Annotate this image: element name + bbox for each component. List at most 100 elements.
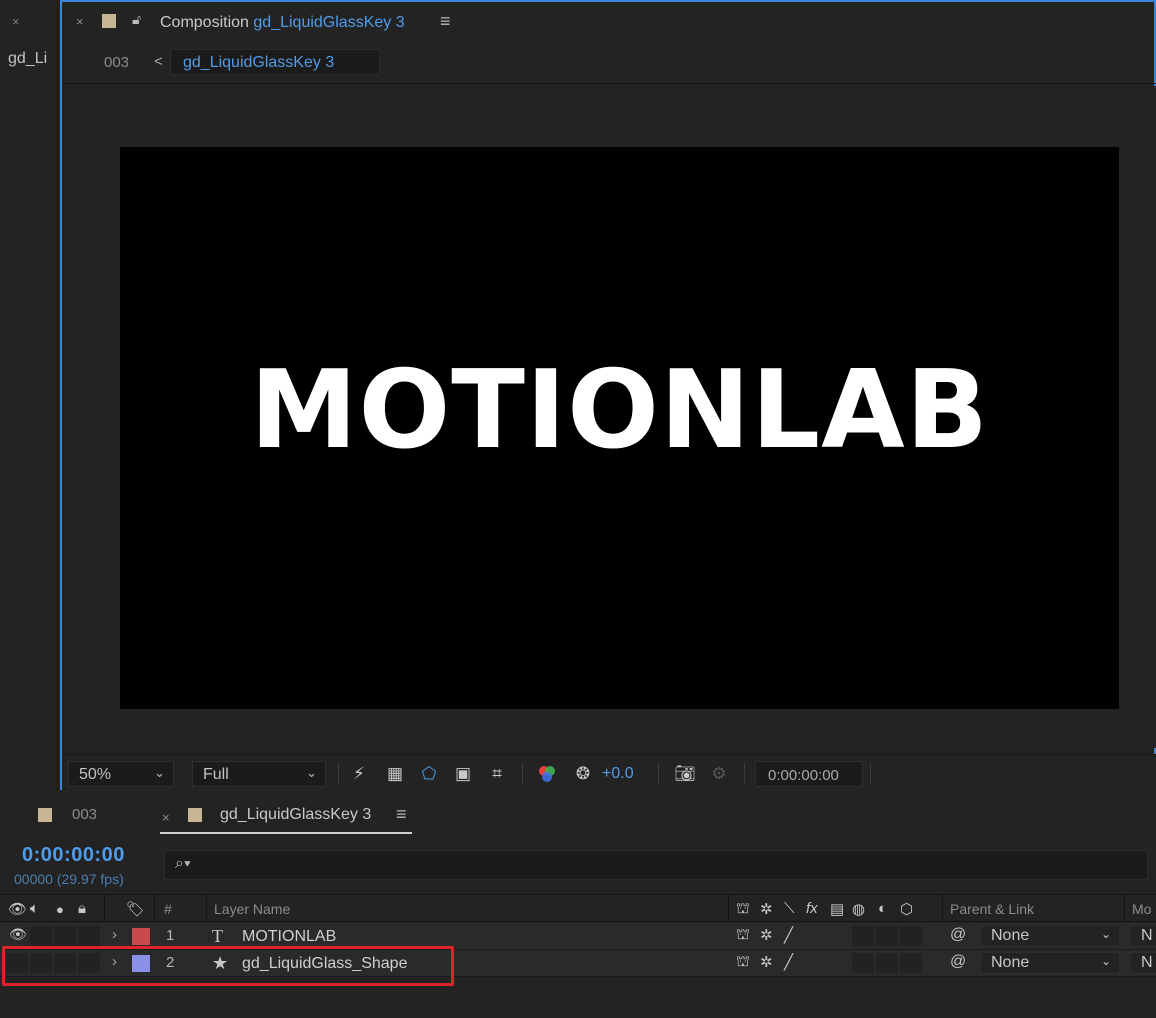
3d-layer-icon[interactable]: ⬡ (900, 900, 913, 918)
mode-dropdown[interactable]: N (1130, 925, 1156, 947)
region-of-interest-icon[interactable]: ▣ (452, 763, 474, 785)
mask-visibility-icon[interactable]: ⬠ (418, 763, 440, 785)
divider (744, 763, 745, 785)
transparency-grid-icon[interactable]: ▦ (384, 763, 406, 785)
canvas-text-layer[interactable]: MOTIONLAB (120, 357, 1119, 465)
show-snapshot-icon[interactable]: ⚙︎ (708, 763, 730, 785)
collapse-switch-icon[interactable]: ✲ (760, 953, 773, 971)
composition-label: Composition (160, 14, 249, 31)
timeline-tab-bar: 003 × gd_LiquidGlassKey 3 ≡ (0, 792, 1156, 836)
motion-blur-icon[interactable]: ◍ (852, 900, 865, 918)
switch-box[interactable] (900, 953, 922, 973)
lock-toggle[interactable] (78, 926, 100, 946)
label-icon[interactable]: 🏷︎ (126, 900, 145, 918)
pick-whip-icon[interactable]: @ (950, 926, 966, 944)
visibility-toggle[interactable]: 👁︎ (6, 926, 28, 946)
divider (658, 763, 659, 785)
snapshot-icon[interactable]: 📷︎ (674, 763, 696, 785)
close-icon[interactable]: × (12, 14, 20, 29)
timeline-current-time[interactable]: 0:00:00:00 (22, 844, 125, 867)
switch-box[interactable] (876, 926, 898, 946)
column-mode[interactable]: Mo (1132, 901, 1151, 917)
eye-icon[interactable]: 👁︎ (8, 900, 27, 918)
quality-switch-icon[interactable]: ╱ (784, 953, 793, 971)
resolution-dropdown[interactable]: Full ⌄ (192, 761, 326, 787)
parent-value: None (991, 927, 1030, 944)
parent-dropdown[interactable]: None ⌄ (980, 952, 1120, 974)
viewer-toolbar: 50% ⌄ Full ⌄ ⚡︎ ▦ ⬠ ▣ ⌗ ❂ +0.0 📷︎ ⚙︎ 0:0… (62, 754, 1156, 790)
tab-gd-liquidglasskey-3[interactable]: × gd_LiquidGlassKey 3 ≡ (160, 804, 412, 834)
solo-icon[interactable]: ● (56, 902, 64, 917)
switch-box[interactable] (852, 953, 874, 973)
fast-preview-icon[interactable]: ⚡︎ (348, 763, 370, 785)
highlight-box (2, 946, 454, 986)
layer-name[interactable]: MOTIONLAB (242, 928, 336, 946)
shy-switch-icon[interactable]: ⛫ (736, 926, 750, 945)
audio-icon[interactable]: 🔈︎ (30, 900, 39, 917)
parent-value: None (991, 954, 1030, 971)
adjustment-layer-icon[interactable]: ◐ (878, 900, 887, 917)
magnification-value: 50% (79, 766, 112, 783)
layer-search-input[interactable]: ⌕▾ (164, 850, 1148, 880)
project-tab[interactable]: gd_Li (8, 50, 54, 68)
frame-blend-icon[interactable]: ▤ (830, 900, 844, 918)
composition-viewer[interactable]: MOTIONLAB (62, 86, 1156, 748)
comp-canvas[interactable]: MOTIONLAB (120, 147, 1119, 709)
tab-label: 003 (72, 806, 98, 823)
comp-color-swatch (188, 808, 202, 822)
chevron-down-icon: ⌄ (1100, 954, 1111, 968)
breadcrumb-item-003[interactable]: 003 (104, 54, 129, 71)
panel-menu-icon[interactable]: ≡ (440, 11, 451, 32)
exposure-value[interactable]: +0.0 (602, 765, 634, 783)
guides-icon[interactable]: ⌗ (486, 763, 508, 785)
layer-label-color[interactable] (132, 928, 150, 945)
shy-icon[interactable]: ⛫ (736, 900, 750, 919)
switch-box[interactable] (900, 926, 922, 946)
mode-dropdown[interactable]: N (1130, 952, 1156, 974)
divider (338, 763, 339, 785)
switch-box[interactable] (876, 953, 898, 973)
quality-switch-icon[interactable]: ╱ (784, 926, 793, 944)
solo-toggle[interactable] (54, 926, 76, 946)
audio-toggle[interactable] (30, 926, 52, 946)
chevron-down-icon: ⌄ (306, 765, 317, 780)
divider (154, 895, 155, 923)
close-icon[interactable]: × (162, 810, 170, 825)
chevron-left-icon[interactable]: < (154, 53, 163, 70)
comp-color-swatch (102, 14, 116, 28)
column-parent-link[interactable]: Parent & Link (950, 901, 1034, 917)
close-icon[interactable]: × (76, 14, 84, 29)
magnification-dropdown[interactable]: 50% ⌄ (68, 761, 174, 787)
composition-name: gd_LiquidGlassKey 3 (253, 14, 405, 31)
divider (942, 895, 943, 923)
search-icon: ⌕▾ (175, 855, 191, 872)
collapse-icon[interactable]: ✲ (760, 900, 773, 918)
text-layer-icon: T (212, 926, 223, 946)
column-layer-name[interactable]: Layer Name (214, 901, 290, 917)
lock-icon[interactable]: 🔒︎ (78, 900, 86, 917)
quality-icon[interactable]: ⟍ (784, 900, 795, 917)
shy-switch-icon[interactable]: ⛫ (736, 953, 750, 972)
composition-title: Composition gd_LiquidGlassKey 3 (160, 14, 405, 32)
panel-menu-icon[interactable]: ≡ (396, 804, 407, 825)
divider (1124, 895, 1125, 923)
column-number[interactable]: # (164, 901, 172, 917)
exposure-reset-icon[interactable]: ❂ (572, 763, 594, 785)
parent-dropdown[interactable]: None ⌄ (980, 925, 1120, 947)
divider (728, 895, 729, 923)
frame-info: 00000 (29.97 fps) (14, 871, 124, 887)
pick-whip-icon[interactable]: @ (950, 953, 966, 971)
switch-box[interactable] (852, 926, 874, 946)
divider (206, 895, 207, 923)
collapse-switch-icon[interactable]: ✲ (760, 926, 773, 944)
layer-column-header: 👁︎ 🔈︎ ● 🔒︎ 🏷︎ # Layer Name ⛫ ✲ ⟍ fx ▤ ◍ … (0, 894, 1156, 923)
lock-icon[interactable]: 🔓︎ (132, 11, 141, 28)
channels-icon[interactable] (536, 763, 558, 785)
chevron-down-icon: ⌄ (154, 765, 165, 780)
current-time-display[interactable]: 0:00:00:00 (755, 761, 863, 787)
mode-value: N (1141, 927, 1153, 944)
effects-icon[interactable]: fx (806, 900, 818, 917)
left-panel: × gd_Li (0, 0, 58, 790)
chevron-right-icon[interactable]: › (112, 926, 117, 943)
breadcrumb-current[interactable]: gd_LiquidGlassKey 3 (170, 49, 380, 75)
